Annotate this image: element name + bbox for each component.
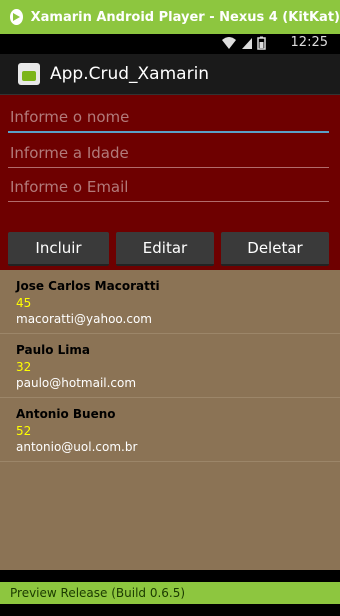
contact-age: 52 [16, 424, 32, 438]
email-input[interactable] [8, 172, 329, 202]
age-input[interactable] [8, 138, 329, 168]
window-title: Xamarin Android Player - Nexus 4 (KitKat… [30, 9, 340, 25]
contact-email: antonio@uol.com.br [16, 440, 138, 454]
status-bar: 12:25 [0, 34, 340, 54]
list-item[interactable]: Paulo Lima 32 paulo@hotmail.com [0, 334, 340, 398]
contact-name: Paulo Lima [16, 343, 91, 357]
edit-button[interactable]: Editar [116, 232, 214, 266]
contact-name: Antonio Bueno [16, 407, 116, 421]
contact-age: 45 [16, 296, 32, 310]
contact-email: paulo@hotmail.com [16, 376, 137, 390]
window-titlebar: Xamarin Android Player - Nexus 4 (KitKat… [0, 0, 340, 34]
button-row: Incluir Editar Deletar [0, 228, 340, 270]
wifi-icon [222, 37, 236, 49]
preview-footer: Preview Release (Build 0.6.5) [0, 582, 340, 604]
status-time: 12:25 [290, 35, 328, 50]
play-icon [10, 9, 23, 25]
contact-list: Jose Carlos Macoratti 45 macoratti@yahoo… [0, 270, 340, 570]
list-item[interactable]: Antonio Bueno 52 antonio@uol.com.br [0, 398, 340, 462]
device-screen: 12:25 App.Crud_Xamarin Incluir Editar De… [0, 34, 340, 616]
app-icon [18, 63, 40, 85]
include-button[interactable]: Incluir [8, 232, 109, 266]
delete-button[interactable]: Deletar [221, 232, 329, 266]
name-input[interactable] [8, 103, 329, 133]
app-title: App.Crud_Xamarin [50, 64, 210, 84]
action-bar: App.Crud_Xamarin [0, 54, 340, 95]
battery-icon [257, 36, 266, 50]
signal-icon [242, 38, 252, 49]
list-item[interactable]: Jose Carlos Macoratti 45 macoratti@yahoo… [0, 270, 340, 334]
contact-age: 32 [16, 360, 32, 374]
footer-text: Preview Release (Build 0.6.5) [10, 586, 186, 600]
contact-name: Jose Carlos Macoratti [16, 279, 160, 293]
contact-email: macoratti@yahoo.com [16, 312, 152, 326]
input-form [0, 95, 340, 228]
